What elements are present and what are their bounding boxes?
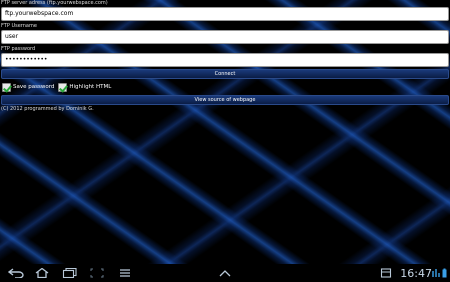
save-password-label: Save password: [13, 84, 55, 90]
highlight-html-check-icon[interactable]: [58, 82, 68, 92]
back-icon[interactable]: [8, 268, 24, 278]
username-label: FTP Username: [1, 23, 37, 29]
copyright-text: (C) 2012 programmed by Dominik G.: [1, 106, 94, 112]
ftp-form: FTP server adress (ftp.yourwebspace.com)…: [0, 0, 450, 113]
menu-icon[interactable]: [118, 268, 132, 278]
notification-icon[interactable]: [380, 268, 392, 278]
password-label: FTP password: [1, 46, 36, 52]
connect-button[interactable]: Connect: [1, 69, 449, 79]
password-input[interactable]: ••••••••••••: [1, 53, 449, 67]
server-label: FTP server adress (ftp.yourwebspace.com): [1, 0, 108, 6]
options-row: Save password Highlight HTML: [0, 79, 450, 95]
up-arrow-icon[interactable]: [218, 268, 232, 278]
system-bar: 16:47: [0, 264, 450, 282]
server-input[interactable]: ftp.yourwebspace.com: [1, 7, 449, 21]
battery-icon: [441, 268, 448, 278]
save-password-checkbox[interactable]: Save password: [2, 82, 55, 92]
save-password-check-icon[interactable]: [2, 82, 11, 92]
clock: 16:47: [400, 267, 432, 280]
highlight-html-label: Highlight HTML: [69, 84, 112, 90]
wifi-icon: [432, 268, 440, 278]
view-source-button[interactable]: View source of webpage: [1, 95, 449, 105]
screenshot-icon[interactable]: [90, 268, 104, 278]
highlight-html-checkbox[interactable]: Highlight HTML: [58, 82, 112, 92]
recent-apps-icon[interactable]: [62, 268, 78, 278]
username-input[interactable]: user: [1, 30, 449, 44]
home-icon[interactable]: [34, 268, 50, 278]
